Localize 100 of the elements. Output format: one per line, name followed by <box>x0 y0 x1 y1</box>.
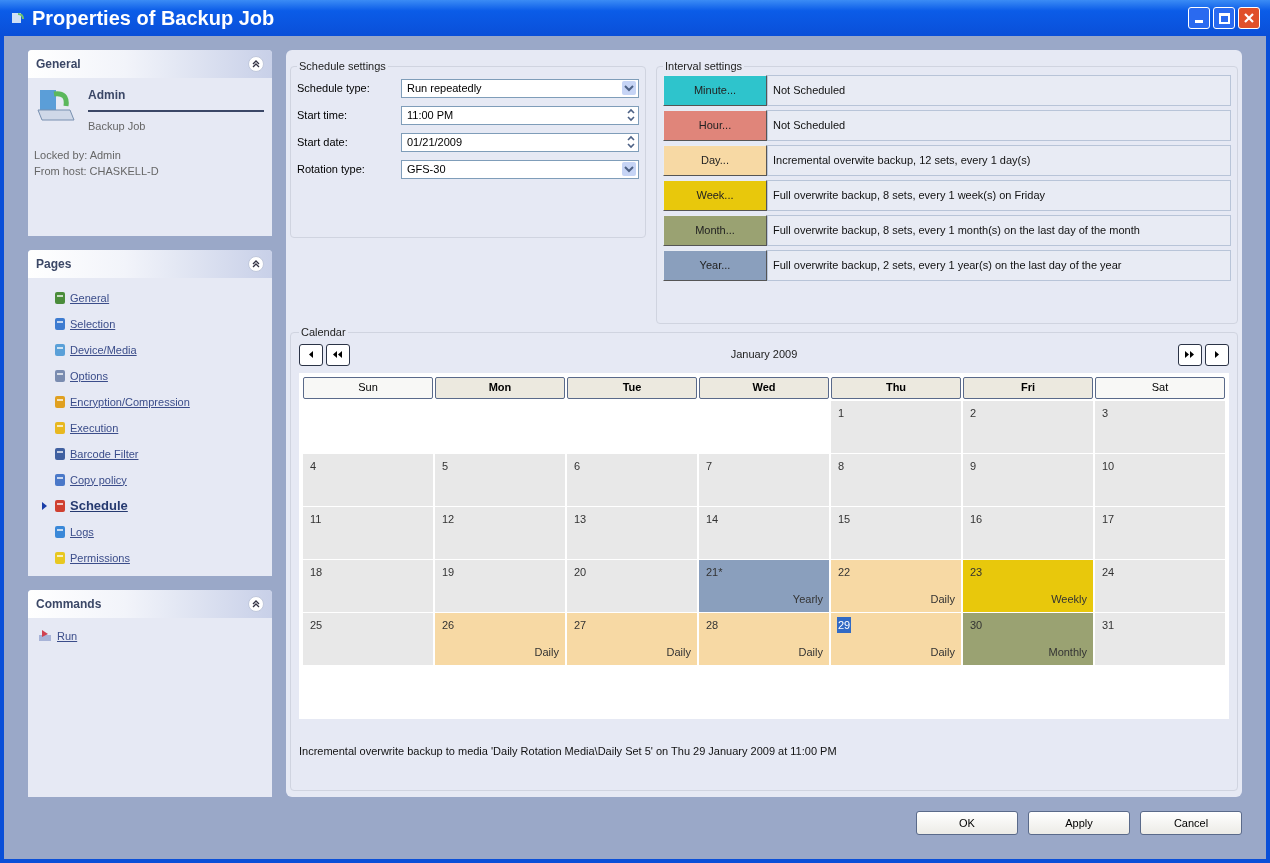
next-month-button[interactable] <box>1205 343 1229 366</box>
dialog-button[interactable]: Cancel <box>1140 811 1242 835</box>
backup-label: Daily <box>666 645 691 660</box>
dropdown-field[interactable]: GFS-30 <box>401 159 639 179</box>
calendar-day[interactable]: 8 <box>831 453 961 506</box>
page-link[interactable]: Schedule <box>70 496 128 516</box>
calendar-day[interactable]: 2 <box>963 400 1093 453</box>
next-year-button[interactable] <box>1178 343 1202 366</box>
backup-label: Weekly <box>1051 592 1087 607</box>
day-number: 5 <box>441 458 450 474</box>
status-text: Incremental overwrite backup to media 'Daily Rotation Media\Daily Set 5' on Thu 29 January 2009 at 11:00 PM <box>299 744 837 759</box>
collapse-icon[interactable] <box>248 256 264 272</box>
page-link[interactable]: Logs <box>70 523 94 541</box>
day-number: 15 <box>837 511 852 527</box>
field-label: Rotation type: <box>297 161 366 177</box>
calendar-day[interactable]: 3 <box>1095 400 1225 453</box>
calendar-day[interactable]: 12 <box>435 506 565 559</box>
interval-button[interactable]: Hour... <box>663 109 767 141</box>
calendar-day[interactable]: 6 <box>567 453 697 506</box>
interval-button[interactable]: Day... <box>663 144 767 176</box>
calendar-day[interactable]: 15 <box>831 506 961 559</box>
day-number: 9 <box>969 458 978 474</box>
day-number: 21* <box>705 564 724 580</box>
calendar-day[interactable]: 9 <box>963 453 1093 506</box>
window-title: Properties of Backup Job <box>32 6 275 31</box>
calendar-day[interactable]: 13 <box>567 506 697 559</box>
dialog-button[interactable]: OK <box>916 811 1018 835</box>
page-link[interactable]: Barcode Filter <box>70 445 139 463</box>
interval-button[interactable]: Minute... <box>663 74 767 106</box>
day-number: 13 <box>573 511 588 527</box>
page-link[interactable]: Options <box>70 367 108 385</box>
day-number: 31 <box>1101 617 1116 633</box>
calendar-day[interactable]: 7 <box>699 453 829 506</box>
calendar-day[interactable]: 24 <box>1095 559 1225 612</box>
page-link[interactable]: Selection <box>70 315 116 333</box>
page-icon <box>53 395 67 409</box>
day-number: 26 <box>441 617 456 633</box>
calendar-day[interactable]: 26 Daily <box>435 612 565 665</box>
day-number: 6 <box>573 458 582 474</box>
page-icon <box>53 473 67 487</box>
day-number: 11 <box>309 511 323 527</box>
page-link[interactable]: Encryption/Compression <box>70 393 190 411</box>
weekday-header: Fri <box>963 376 1093 399</box>
command-link[interactable]: Run <box>57 628 78 645</box>
page-icon <box>53 343 67 357</box>
previous-year-button[interactable] <box>326 343 350 366</box>
arrow-icon <box>308 349 314 360</box>
interval-button[interactable]: Week... <box>663 179 767 211</box>
calendar-day[interactable]: 14 <box>699 506 829 559</box>
close-button[interactable] <box>1238 7 1260 29</box>
page-icon <box>53 291 67 305</box>
weekday-header: Sat <box>1095 376 1225 399</box>
interval-button[interactable]: Month... <box>663 214 767 246</box>
calendar-day[interactable]: 1 <box>831 400 961 453</box>
page-link[interactable]: Device/Media <box>70 341 137 359</box>
calendar-day[interactable]: 21* Yearly <box>699 559 829 612</box>
calendar-day[interactable]: 4 <box>303 453 433 506</box>
dialog-button[interactable]: Apply <box>1028 811 1130 835</box>
day-number: 28 <box>705 617 720 633</box>
minimize-button[interactable] <box>1188 7 1210 29</box>
calendar-day[interactable]: 18 <box>303 559 433 612</box>
day-number: 8 <box>837 458 846 474</box>
calendar-day[interactable]: 30 Monthly <box>963 612 1093 665</box>
close-icon <box>1243 12 1255 24</box>
calendar-day[interactable]: 23 Weekly <box>963 559 1093 612</box>
group-title: Interval settings <box>664 59 744 74</box>
maximize-button[interactable] <box>1213 7 1235 29</box>
spinner-field[interactable]: 01/21/2009 <box>401 132 639 152</box>
month-title: January 2009 <box>730 347 798 363</box>
calendar-day[interactable]: 28 Daily <box>699 612 829 665</box>
page-link[interactable]: Copy policy <box>70 471 127 489</box>
calendar-day[interactable]: 10 <box>1095 453 1225 506</box>
previous-month-button[interactable] <box>299 343 323 366</box>
page-link[interactable]: Permissions <box>70 549 130 567</box>
page-icon <box>53 447 67 461</box>
calendar-day[interactable]: 29 Daily <box>831 612 961 665</box>
calendar-day[interactable]: 31 <box>1095 612 1225 665</box>
selected-arrow-icon <box>42 502 47 510</box>
interval-description: Full overwrite backup, 8 sets, every 1 week(s) on Friday <box>767 179 1231 211</box>
calendar-day[interactable]: 19 <box>435 559 565 612</box>
calendar-day[interactable]: 27 Daily <box>567 612 697 665</box>
double-arrow-icon <box>333 349 343 360</box>
spinner-field[interactable]: 11:00 PM <box>401 105 639 125</box>
collapse-icon[interactable] <box>248 596 264 612</box>
calendar-day[interactable]: 20 <box>567 559 697 612</box>
calendar-day[interactable]: 22 Daily <box>831 559 961 612</box>
calendar-day[interactable]: 17 <box>1095 506 1225 559</box>
field-label: Schedule type: <box>297 80 371 96</box>
interval-button[interactable]: Year... <box>663 249 767 281</box>
calendar-day[interactable]: 25 <box>303 612 433 665</box>
collapse-icon[interactable] <box>248 56 264 72</box>
dropdown-field[interactable]: Run repeatedly <box>401 78 639 98</box>
page-link[interactable]: Execution <box>70 419 119 437</box>
arrow-icon <box>1214 349 1220 360</box>
calendar-day[interactable]: 5 <box>435 453 565 506</box>
weekday-header: Mon <box>435 376 565 399</box>
calendar-day[interactable]: 16 <box>963 506 1093 559</box>
calendar-day[interactable]: 11 <box>303 506 433 559</box>
page-link[interactable]: General <box>70 289 110 307</box>
page-icon <box>53 499 67 513</box>
